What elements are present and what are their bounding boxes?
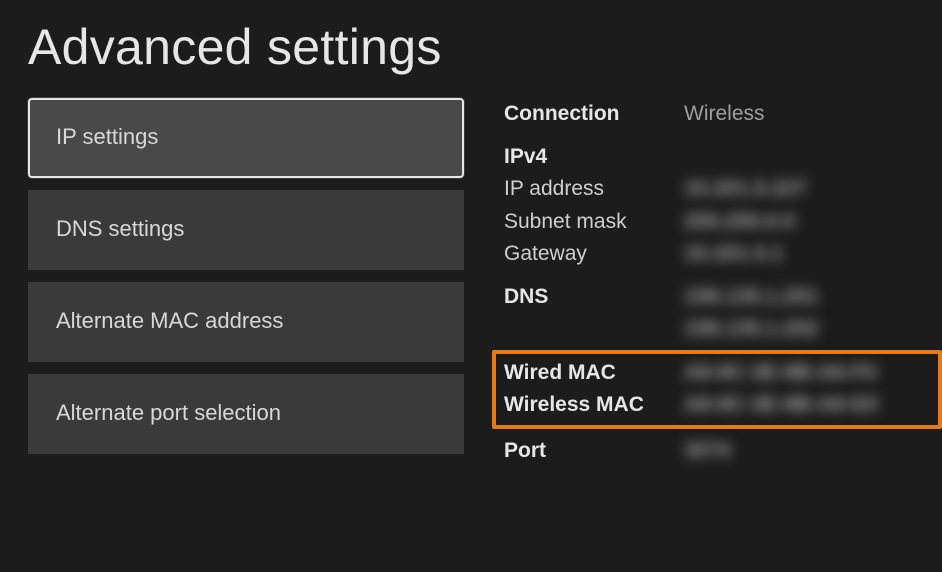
connection-row: Connection Wireless (504, 98, 942, 131)
connection-label: Connection (504, 98, 684, 131)
dns-primary-value: 158.135.1.201 (684, 281, 818, 314)
wired-mac-row: Wired MAC A8-8C-3E-8B-A6-F0 (504, 357, 930, 390)
dns-label: DNS (504, 281, 684, 314)
wireless-mac-label: Wireless MAC (504, 389, 684, 422)
menu-ip-settings[interactable]: IP settings (28, 98, 464, 178)
ip-address-value: 10.201.5.227 (684, 173, 807, 206)
dns-row-2: 158.135.1.202 (504, 313, 942, 346)
ip-address-row: IP address 10.201.5.227 (504, 173, 942, 206)
gateway-row: Gateway 10.201.0.1 (504, 238, 942, 271)
subnet-mask-label: Subnet mask (504, 206, 684, 239)
ip-address-label: IP address (504, 173, 684, 206)
port-value: 3074 (684, 435, 731, 468)
subnet-mask-row: Subnet mask 255.255.0.0 (504, 206, 942, 239)
settings-menu: IP settings DNS settings Alternate MAC a… (28, 98, 464, 467)
content-area: IP settings DNS settings Alternate MAC a… (0, 98, 942, 467)
menu-alternate-port-selection[interactable]: Alternate port selection (28, 374, 464, 454)
menu-alternate-mac-address[interactable]: Alternate MAC address (28, 282, 464, 362)
wireless-mac-row: Wireless MAC A8-8C-3E-8B-A6-E0 (504, 389, 930, 422)
menu-dns-settings[interactable]: DNS settings (28, 190, 464, 270)
dns-secondary-value: 158.135.1.202 (684, 313, 818, 346)
wired-mac-value: A8-8C-3E-8B-A6-F0 (684, 357, 877, 390)
ipv4-heading: IPv4 (504, 141, 684, 174)
subnet-mask-value: 255.255.0.0 (684, 206, 795, 239)
mac-highlight-box: Wired MAC A8-8C-3E-8B-A6-F0 Wireless MAC… (492, 350, 942, 429)
gateway-value: 10.201.0.1 (684, 238, 783, 271)
network-details: Connection Wireless IPv4 IP address 10.2… (504, 98, 942, 467)
port-label: Port (504, 435, 684, 468)
dns-label-spacer (504, 313, 684, 346)
gateway-label: Gateway (504, 238, 684, 271)
port-row: Port 3074 (504, 435, 942, 468)
page-title: Advanced settings (0, 0, 942, 98)
wired-mac-label: Wired MAC (504, 357, 684, 390)
connection-value: Wireless (684, 98, 765, 131)
wireless-mac-value: A8-8C-3E-8B-A6-E0 (684, 389, 878, 422)
ipv4-heading-row: IPv4 (504, 141, 942, 174)
dns-row-1: DNS 158.135.1.201 (504, 281, 942, 314)
